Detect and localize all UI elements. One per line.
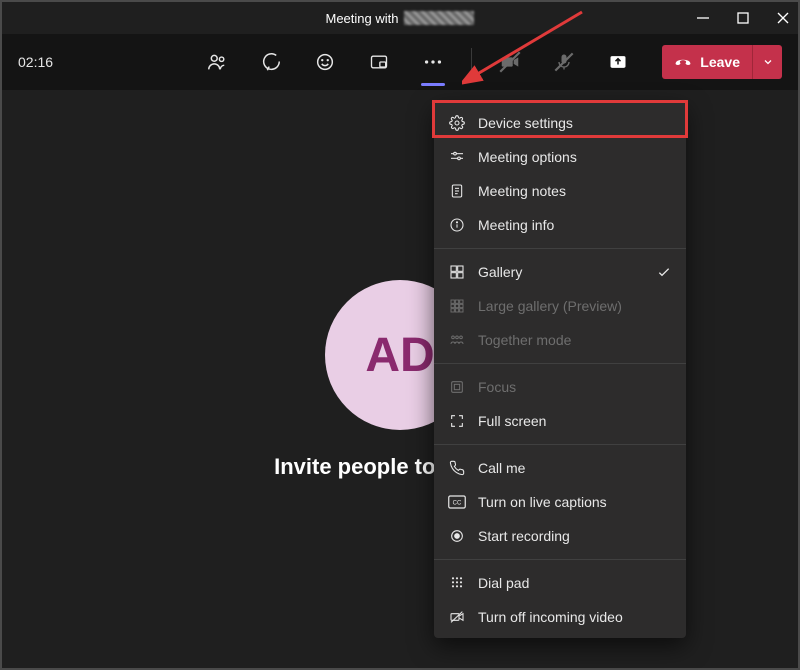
menu-label: Gallery <box>478 264 522 280</box>
menu-meeting-options[interactable]: Meeting options <box>434 140 686 174</box>
focus-icon <box>448 378 466 396</box>
svg-text:CC: CC <box>453 501 462 507</box>
record-icon <box>448 527 466 545</box>
titlebar: Meeting with <box>2 2 798 34</box>
grid-large-icon <box>448 297 466 315</box>
menu-live-captions[interactable]: CC Turn on live captions <box>434 485 686 519</box>
menu-separator <box>434 363 686 364</box>
menu-meeting-notes[interactable]: Meeting notes <box>434 174 686 208</box>
menu-label: Start recording <box>478 528 570 544</box>
menu-label: Turn off incoming video <box>478 609 623 625</box>
menu-separator <box>434 444 686 445</box>
menu-device-settings[interactable]: Device settings <box>434 106 686 140</box>
menu-label: Large gallery (Preview) <box>478 298 622 314</box>
hangup-icon <box>674 53 692 71</box>
chat-button[interactable] <box>255 46 287 78</box>
menu-meeting-info[interactable]: Meeting info <box>434 208 686 242</box>
menu-dial-pad[interactable]: Dial pad <box>434 566 686 600</box>
info-icon <box>448 216 466 234</box>
menu-label: Together mode <box>478 332 571 348</box>
menu-start-recording[interactable]: Start recording <box>434 519 686 553</box>
avatar-initials: AD <box>365 328 434 383</box>
menu-label: Device settings <box>478 115 573 131</box>
mic-button[interactable] <box>548 46 580 78</box>
leave-group: Leave <box>662 45 782 79</box>
more-active-indicator <box>421 83 445 86</box>
toolbar-divider <box>471 48 472 76</box>
menu-label: Meeting info <box>478 217 554 233</box>
window-controls <box>694 2 792 34</box>
share-button[interactable] <box>602 46 634 78</box>
more-actions-menu: Device settings Meeting options Meeting … <box>434 102 686 638</box>
menu-label: Turn on live captions <box>478 494 607 510</box>
menu-full-screen[interactable]: Full screen <box>434 404 686 438</box>
dialpad-icon <box>448 574 466 592</box>
menu-separator <box>434 248 686 249</box>
menu-separator <box>434 559 686 560</box>
people-row-icon <box>448 331 466 349</box>
menu-large-gallery: Large gallery (Preview) <box>434 289 686 323</box>
menu-label: Meeting notes <box>478 183 566 199</box>
menu-call-me[interactable]: Call me <box>434 451 686 485</box>
menu-label: Focus <box>478 379 516 395</box>
participants-button[interactable] <box>201 46 233 78</box>
minimize-button[interactable] <box>694 9 712 27</box>
cc-icon: CC <box>448 493 466 511</box>
call-timer: 02:16 <box>18 54 78 70</box>
rooms-button[interactable] <box>363 46 395 78</box>
phone-icon <box>448 459 466 477</box>
menu-label: Full screen <box>478 413 546 429</box>
camera-button[interactable] <box>494 46 526 78</box>
more-actions-button[interactable] <box>417 46 449 78</box>
leave-caret-button[interactable] <box>752 45 782 79</box>
menu-turn-off-incoming-video[interactable]: Turn off incoming video <box>434 600 686 634</box>
window-title: Meeting with <box>326 11 475 26</box>
menu-together-mode: Together mode <box>434 323 686 357</box>
menu-label: Meeting options <box>478 149 577 165</box>
sliders-icon <box>448 148 466 166</box>
title-name-redacted <box>404 11 474 25</box>
meeting-toolbar: 02:16 <box>2 34 798 90</box>
video-off-icon <box>448 608 466 626</box>
menu-label: Call me <box>478 460 525 476</box>
reactions-button[interactable] <box>309 46 341 78</box>
check-icon <box>656 264 672 280</box>
notes-icon <box>448 182 466 200</box>
fullscreen-icon <box>448 412 466 430</box>
menu-gallery[interactable]: Gallery <box>434 255 686 289</box>
menu-focus: Focus <box>434 370 686 404</box>
close-button[interactable] <box>774 9 792 27</box>
maximize-button[interactable] <box>734 9 752 27</box>
title-prefix: Meeting with <box>326 11 399 26</box>
grid-icon <box>448 263 466 281</box>
leave-button[interactable]: Leave <box>662 45 752 79</box>
leave-label: Leave <box>700 54 740 70</box>
menu-label: Dial pad <box>478 575 529 591</box>
gear-icon <box>448 114 466 132</box>
